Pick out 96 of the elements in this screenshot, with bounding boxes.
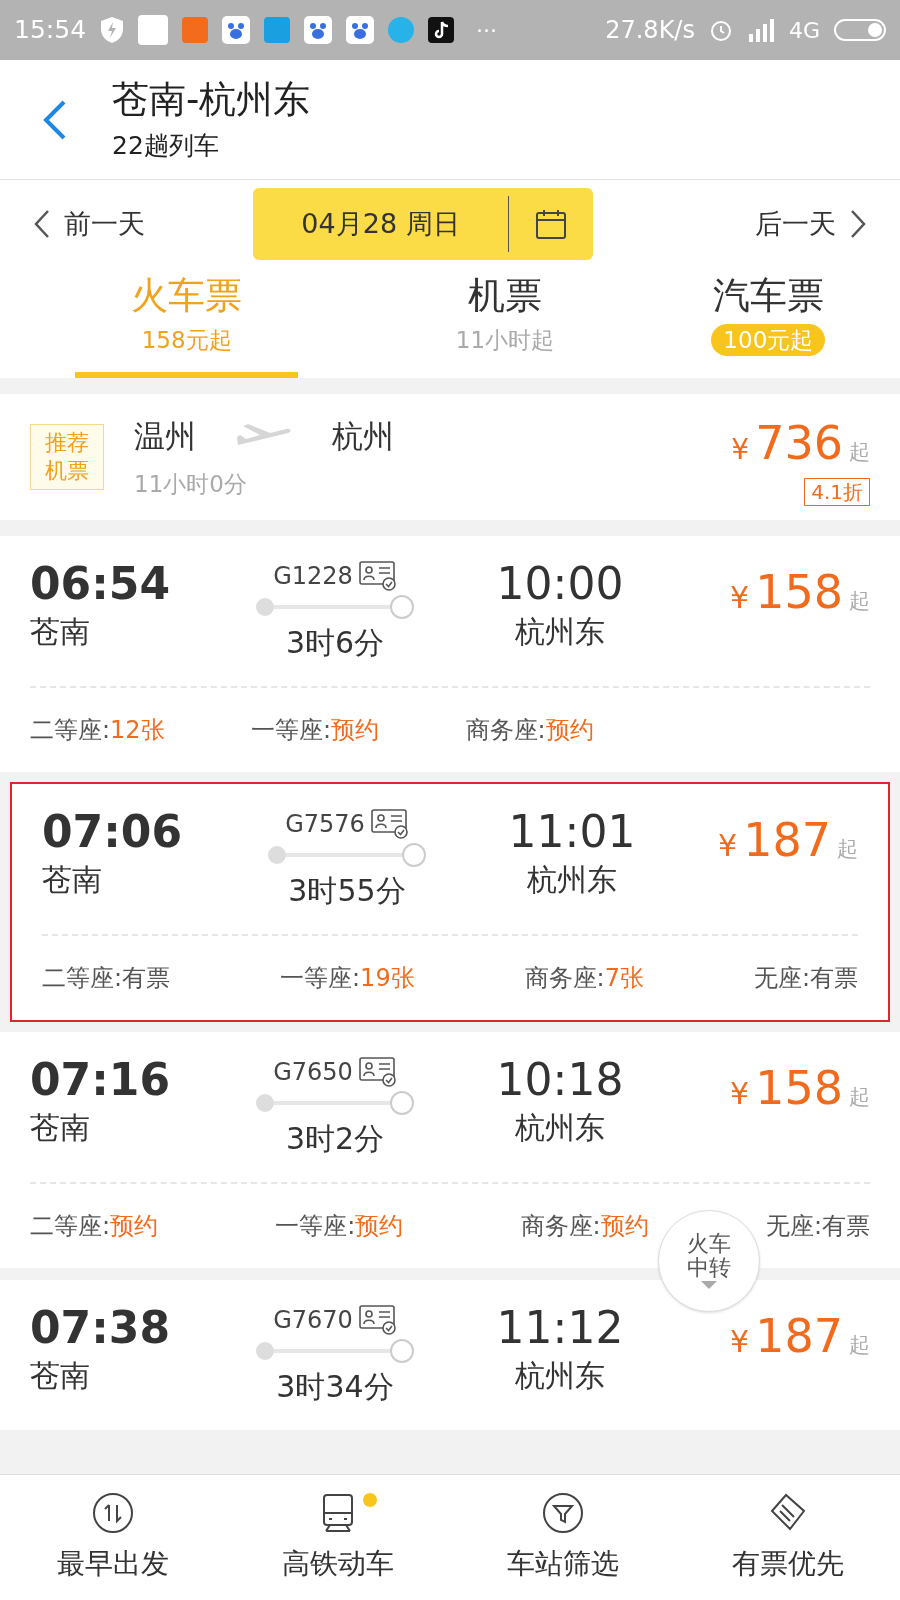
- filter-icon: [540, 1490, 585, 1535]
- discount-tag: 4.1折: [804, 477, 870, 506]
- price-suffix: 起: [849, 1332, 870, 1359]
- seat-availability: 二等座:12张: [30, 715, 165, 746]
- train-number: G7650: [273, 1057, 353, 1088]
- nav-item[interactable]: 有票优先: [675, 1475, 900, 1600]
- ticket-price: 187: [743, 812, 831, 869]
- price-suffix: 起: [837, 836, 858, 863]
- travel-duration: 3时34分: [276, 1368, 394, 1406]
- seat-availability: 一等座:预约: [275, 1211, 404, 1242]
- route-line-icon: [255, 1338, 415, 1364]
- arrival-time: 10:00: [496, 558, 624, 610]
- tab-subtitle: 158元起: [141, 326, 232, 355]
- seat-availability: 商务座:预约: [465, 715, 594, 746]
- date-picker[interactable]: 04月28 周日: [253, 188, 593, 260]
- currency-sign: ¥: [731, 431, 750, 468]
- travel-duration: 3时55分: [288, 872, 406, 910]
- nav-item[interactable]: 车站筛选: [450, 1475, 675, 1600]
- arrival-station: 杭州东: [527, 861, 617, 899]
- ticket-price: 158: [755, 564, 843, 621]
- clock: 15:54: [14, 14, 87, 47]
- arrival-time: 11:12: [496, 1302, 624, 1354]
- route-line-icon: [267, 842, 427, 868]
- seat-availability: 一等座:19张: [280, 963, 415, 994]
- departure-time: 07:38: [30, 1302, 172, 1354]
- seat-availability: 一等座:预约: [251, 715, 380, 746]
- destination-city: 杭州: [332, 416, 394, 456]
- seat-availability: 二等座:预约: [30, 1211, 159, 1242]
- transport-tab[interactable]: 汽车票 100元起: [656, 268, 880, 378]
- train-number: G7670: [273, 1305, 353, 1336]
- route-line-icon: [255, 594, 415, 620]
- seat-availability: 商务座:预约: [520, 1211, 649, 1242]
- currency-sign: ¥: [730, 579, 750, 617]
- transport-tab[interactable]: 机票 11小时起: [393, 268, 617, 378]
- currency-sign: ¥: [718, 827, 738, 865]
- departure-station: 苍南: [30, 1357, 91, 1395]
- origin-city: 温州: [134, 416, 196, 456]
- flight-duration: 11小时0分: [134, 470, 248, 499]
- back-icon[interactable]: [42, 99, 68, 140]
- price-suffix: 起: [849, 1084, 870, 1111]
- recommended-tag: 推荐机票: [30, 424, 104, 490]
- route-line-icon: [255, 1090, 415, 1116]
- chevron-right-icon: [850, 209, 866, 239]
- chevron-left-icon: [34, 209, 50, 239]
- sort-icon: [90, 1490, 135, 1535]
- price-suffix: 起: [849, 438, 870, 466]
- train-card[interactable]: 06:54 苍南 G1228 3时6分 10:00 杭州东 ¥158 起 二等座:12张 一等座:预约 商务座:预约: [0, 536, 900, 772]
- flight-card[interactable]: 推荐机票 温州 杭州 11小时0分 ¥736 起 4.1折: [0, 394, 900, 520]
- battery-icon: [834, 18, 886, 42]
- currency-sign: ¥: [730, 1075, 750, 1113]
- seat-availability: 二等座:有票: [42, 963, 171, 994]
- id-card-icon: [370, 809, 409, 839]
- train-number: G1228: [273, 561, 353, 592]
- id-card-icon: [358, 561, 397, 591]
- seat-availability: 无座:有票: [765, 1211, 870, 1242]
- arrival-time: 10:18: [496, 1054, 624, 1106]
- more-indicator: ···: [476, 16, 498, 45]
- id-card-icon: [358, 1305, 397, 1335]
- selected-date: 04月28 周日: [300, 206, 461, 241]
- price-suffix: 起: [849, 588, 870, 615]
- departure-station: 苍南: [42, 861, 103, 899]
- train-card[interactable]: 07:38 苍南 G7670 3时34分 11:12 杭州东 ¥187 起: [0, 1280, 900, 1430]
- next-day-button[interactable]: 后一天: [755, 203, 866, 245]
- caret-down-icon: [700, 1280, 718, 1290]
- price-badge: 100元起: [711, 324, 826, 356]
- signal-icon: [746, 18, 775, 42]
- travel-duration: 3时6分: [285, 624, 385, 662]
- seat-availability: 无座:有票: [753, 963, 858, 994]
- arrival-station: 杭州东: [515, 1109, 605, 1147]
- departure-time: 07:16: [30, 1054, 172, 1106]
- train-card[interactable]: 07:06 苍南 G7576 3时55分 11:01 杭州东 ¥187 起 二等座:有票 一等座:19张 商务座:7张 无座:有票: [12, 784, 888, 1020]
- tab-subtitle: 11小时起: [455, 326, 555, 355]
- arrival-station: 杭州东: [515, 1357, 605, 1395]
- departure-time: 07:06: [42, 806, 184, 858]
- arrival-station: 杭州东: [515, 613, 605, 651]
- previous-day-button[interactable]: 前一天: [34, 203, 145, 245]
- departure-station: 苍南: [30, 1109, 91, 1147]
- ticket-price: 158: [755, 1060, 843, 1117]
- nav-item[interactable]: 高铁动车: [225, 1475, 450, 1600]
- departure-time: 06:54: [30, 558, 172, 610]
- flight-price: 736: [755, 414, 843, 472]
- currency-sign: ¥: [730, 1323, 750, 1361]
- network-speed: 27.8K/s: [605, 15, 695, 46]
- network-type: 4G: [788, 16, 820, 45]
- travel-duration: 3时2分: [285, 1120, 385, 1158]
- arrival-time: 11:01: [508, 806, 636, 858]
- train-number: G7576: [285, 809, 365, 840]
- route-title: 苍南-杭州东: [112, 76, 311, 123]
- seat-availability: 商务座:7张: [524, 963, 644, 994]
- nav-item[interactable]: 最早出发: [0, 1475, 225, 1600]
- id-card-icon: [358, 1057, 397, 1087]
- alarm-icon: [708, 18, 733, 42]
- train-count: 22趟列车: [112, 129, 220, 162]
- shield-icon: [100, 16, 125, 44]
- departure-station: 苍南: [30, 613, 91, 651]
- calendar-icon: [535, 208, 567, 240]
